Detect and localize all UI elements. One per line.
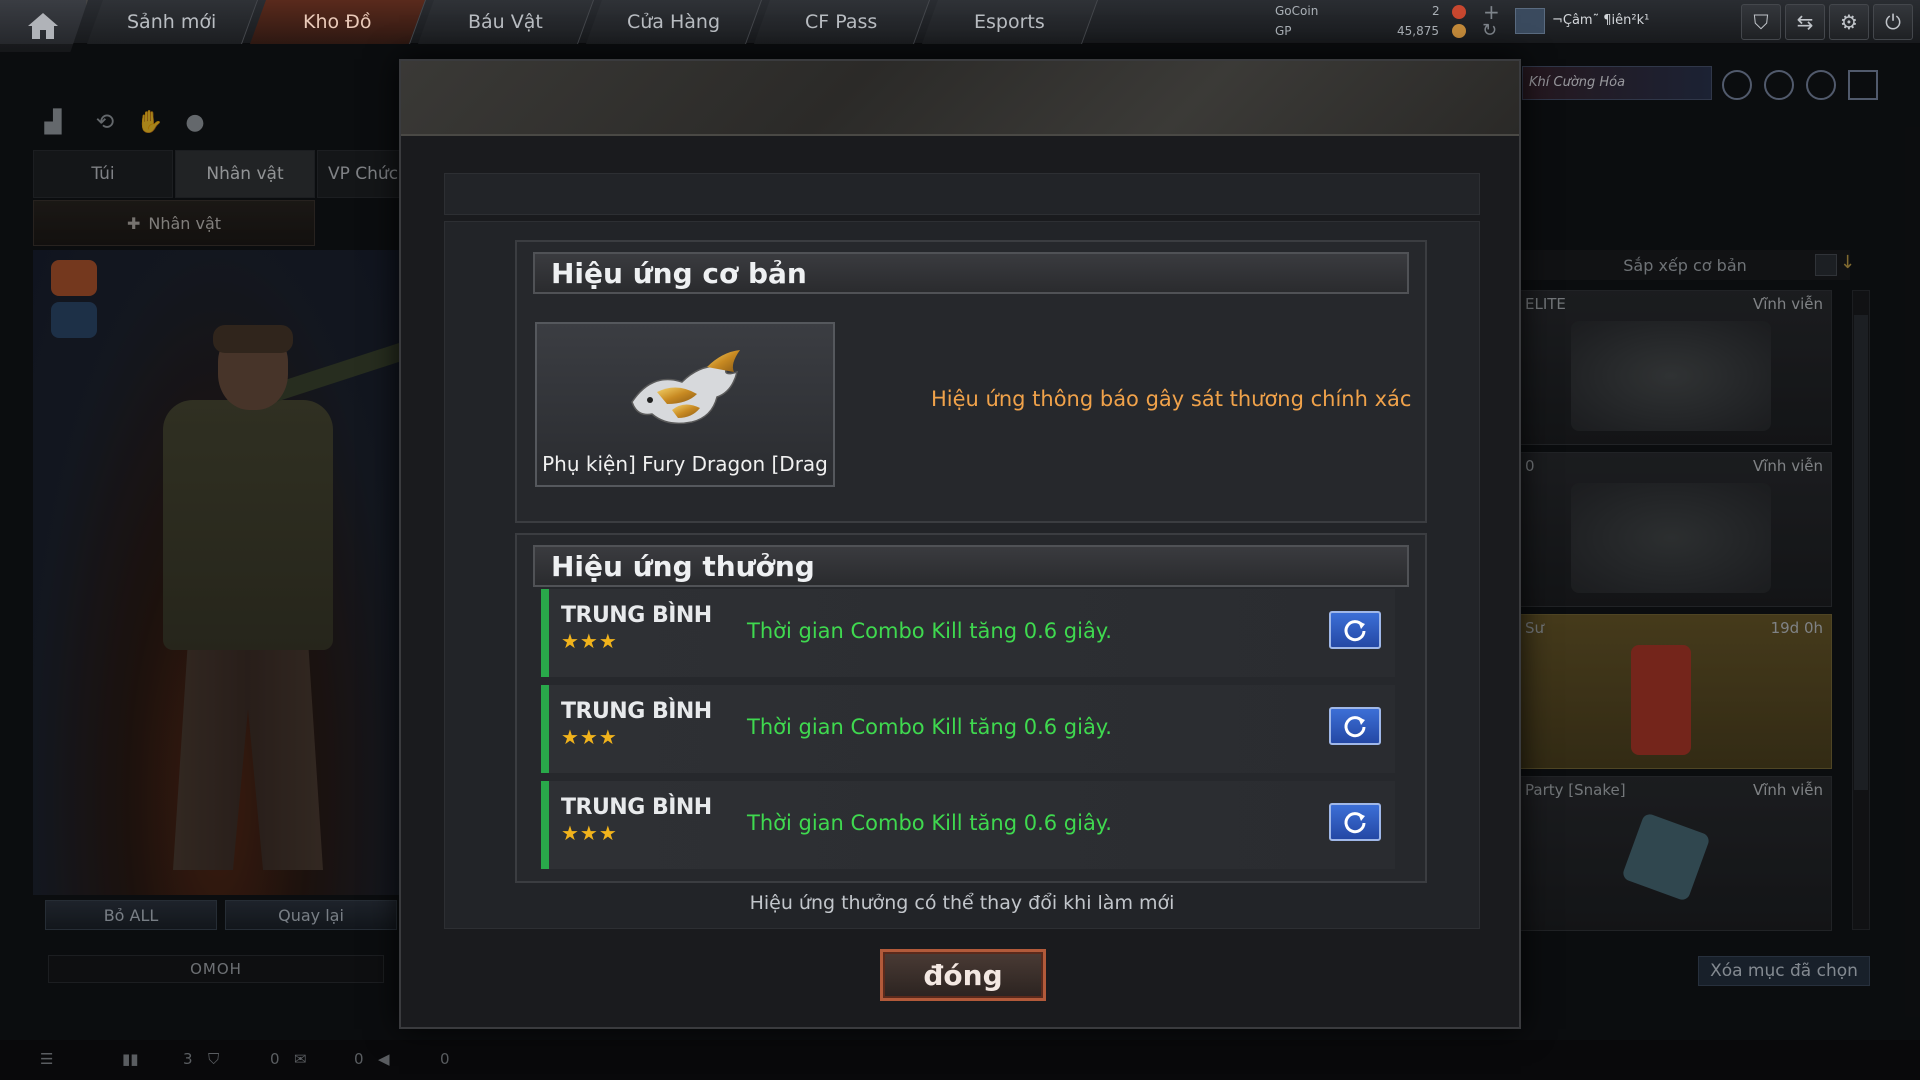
nav-tab-esports[interactable]: Esports — [921, 0, 1099, 44]
gocoin-label: GoCoin — [1275, 4, 1319, 18]
effect-stars: ★★★ — [561, 629, 618, 653]
gp-value: 45,875 — [1397, 24, 1439, 38]
effect-tier: TRUNG BÌNH — [561, 699, 712, 724]
refresh-icon — [1344, 620, 1366, 642]
gp-label: GP — [1275, 24, 1292, 38]
refresh-icon — [1344, 812, 1366, 834]
item-name: Phụ kiện] Fury Dragon [Drag — [542, 452, 828, 476]
gp-coin-icon — [1452, 24, 1466, 38]
bonus-effect-section: Hiệu ứng thưởng TRUNG BÌNH ★★★ Thời gian… — [515, 533, 1427, 883]
nav-tab-inventory[interactable]: Kho Đồ — [249, 0, 427, 44]
nav-tab-cf-pass[interactable]: CF Pass — [753, 0, 931, 44]
dialog-subheader — [444, 173, 1480, 215]
refresh-icon — [1344, 716, 1366, 738]
top-navigation-bar: Sảnh mới Kho Đồ Báu Vật Cửa Hàng CF Pass… — [0, 0, 1920, 52]
effect-stars: ★★★ — [561, 725, 618, 749]
item-preview: Phụ kiện] Fury Dragon [Drag — [535, 322, 835, 487]
exchange-icon[interactable]: ⇆ — [1785, 4, 1825, 40]
dialog-header — [401, 61, 1519, 136]
bonus-effect-row: TRUNG BÌNH ★★★ Thời gian Combo Kill tăng… — [541, 781, 1395, 869]
refresh-effect-button[interactable] — [1329, 803, 1381, 841]
gear-icon[interactable]: ⚙ — [1829, 4, 1869, 40]
effect-tier: TRUNG BÌNH — [561, 795, 712, 820]
refresh-currency-icon[interactable]: ↻ — [1482, 20, 1497, 41]
bonus-effect-row: TRUNG BÌNH ★★★ Thời gian Combo Kill tăng… — [541, 589, 1395, 677]
bonus-effect-row: TRUNG BÌNH ★★★ Thời gian Combo Kill tăng… — [541, 685, 1395, 773]
basic-effect-title: Hiệu ứng cơ bản — [533, 252, 1409, 294]
home-icon — [28, 13, 58, 39]
effect-tier: TRUNG BÌNH — [561, 603, 712, 628]
mail-icon[interactable] — [1515, 8, 1545, 34]
refresh-effect-button[interactable] — [1329, 707, 1381, 745]
basic-effect-text: Hiệu ứng thông báo gây sát thương chính … — [931, 387, 1412, 411]
effect-description: Thời gian Combo Kill tăng 0.6 giây. — [747, 619, 1112, 643]
nav-tab-lobby[interactable]: Sảnh mới — [86, 0, 259, 44]
gocoin-value: 2 — [1432, 4, 1440, 18]
effect-description: Thời gian Combo Kill tăng 0.6 giây. — [747, 715, 1112, 739]
effect-description: Thời gian Combo Kill tăng 0.6 giây. — [747, 811, 1112, 835]
effect-detail-dialog: Hiệu ứng cơ bản Phụ kiện] Fury Dragon [D… — [399, 59, 1521, 1029]
gocoin-icon — [1452, 5, 1466, 19]
dialog-content: Hiệu ứng cơ bản Phụ kiện] Fury Dragon [D… — [444, 221, 1480, 929]
basic-effect-section: Hiệu ứng cơ bản Phụ kiện] Fury Dragon [D… — [515, 240, 1427, 523]
shield-icon[interactable]: ⛉ — [1741, 4, 1781, 40]
bonus-effect-title: Hiệu ứng thưởng — [533, 545, 1409, 587]
close-button[interactable]: đóng — [880, 949, 1046, 1001]
power-icon[interactable]: ⏻ — [1873, 4, 1913, 40]
username: ¬Çâm˜ ¶iên²k¹ — [1552, 13, 1650, 28]
effect-stars: ★★★ — [561, 821, 618, 845]
dragon-accessory-icon — [631, 350, 740, 425]
refresh-effect-button[interactable] — [1329, 611, 1381, 649]
refresh-note: Hiệu ứng thưởng có thể thay đổi khi làm … — [749, 892, 1175, 914]
nav-tab-treasure[interactable]: Báu Vật — [417, 0, 595, 44]
nav-tab-shop[interactable]: Cửa Hàng — [585, 0, 763, 44]
